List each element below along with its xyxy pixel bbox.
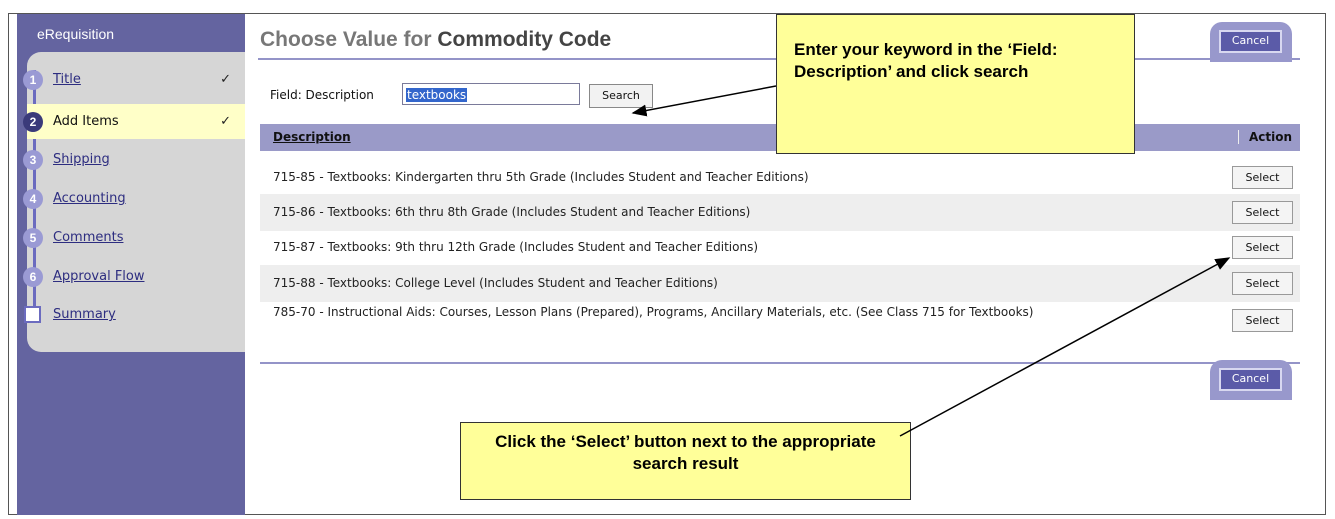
row-description: 715-85 - Textbooks: Kindergarten thru 5t…: [273, 170, 809, 184]
sidebar-item-comments[interactable]: 5 Comments: [23, 220, 245, 255]
step-number-5: 5: [23, 227, 43, 248]
search-input[interactable]: textbooks: [402, 83, 580, 105]
sidebar-item-label: Add Items: [53, 114, 119, 129]
page-title-prefix: Choose Value for: [260, 28, 432, 51]
select-button[interactable]: Select: [1232, 272, 1293, 295]
row-description: 785-70 - Instructional Aids: Courses, Le…: [273, 305, 1034, 319]
check-icon: ✓: [220, 114, 231, 129]
sidebar-item-summary[interactable]: Summary: [24, 297, 245, 332]
search-input-value: textbooks: [406, 88, 468, 102]
table-row: 715-87 - Textbooks: 9th thru 12th Grade …: [260, 229, 1300, 266]
sidebar-item-title[interactable]: 1 Title ✓: [23, 62, 245, 97]
step-number-1: 1: [23, 69, 43, 90]
summary-square-icon: [24, 306, 41, 323]
app-title: eRequisition: [37, 26, 115, 42]
sidebar-item-label[interactable]: Summary: [53, 307, 116, 322]
check-icon: ✓: [220, 72, 231, 87]
instruction-callout-select: Click the ‘Select’ button next to the ap…: [460, 422, 911, 500]
cancel-button-bottom[interactable]: Cancel: [1219, 368, 1282, 391]
sidebar-item-label[interactable]: Title: [53, 72, 81, 87]
select-button[interactable]: Select: [1232, 236, 1293, 259]
table-row: 715-88 - Textbooks: College Level (Inclu…: [260, 265, 1300, 302]
cancel-button-tab-top: Cancel: [1210, 22, 1292, 62]
step-number-4: 4: [23, 188, 43, 209]
select-button[interactable]: Select: [1232, 166, 1293, 189]
select-button[interactable]: Select: [1232, 309, 1293, 332]
sidebar-item-accounting[interactable]: 4 Accounting: [23, 181, 245, 216]
table-row: 715-85 - Textbooks: Kindergarten thru 5t…: [260, 159, 1300, 196]
sidebar-item-label[interactable]: Accounting: [53, 191, 126, 206]
row-description: 715-86 - Textbooks: 6th thru 8th Grade (…: [273, 205, 751, 219]
table-bottom-divider: [260, 362, 1300, 364]
row-description: 715-87 - Textbooks: 9th thru 12th Grade …: [273, 240, 758, 254]
cancel-button-tab-bottom: Cancel: [1210, 360, 1292, 400]
sidebar-item-add-items[interactable]: 2 Add Items ✓: [23, 104, 245, 139]
step-number-6: 6: [23, 266, 43, 287]
sidebar-item-shipping[interactable]: 3 Shipping: [23, 142, 245, 177]
instruction-callout-search: Enter your keyword in the ‘Field: Descri…: [776, 14, 1135, 154]
page-title-field: Commodity Code: [437, 28, 612, 51]
cancel-button-top[interactable]: Cancel: [1219, 30, 1282, 53]
sidebar-item-label[interactable]: Approval Flow: [53, 269, 145, 284]
search-button[interactable]: Search: [589, 84, 653, 108]
step-number-3: 3: [23, 149, 43, 170]
sidebar-item-label[interactable]: Shipping: [53, 152, 110, 167]
sidebar-item-approval-flow[interactable]: 6 Approval Flow: [23, 259, 245, 294]
page-title: Choose Value for Commodity Code: [260, 28, 611, 52]
column-header-description[interactable]: Description: [273, 130, 351, 144]
column-header-action: Action: [1237, 130, 1292, 144]
step-number-2: 2: [23, 111, 43, 132]
row-description: 715-88 - Textbooks: College Level (Inclu…: [273, 276, 718, 290]
table-row: 715-86 - Textbooks: 6th thru 8th Grade (…: [260, 194, 1300, 231]
select-button[interactable]: Select: [1232, 201, 1293, 224]
table-row: 785-70 - Instructional Aids: Courses, Le…: [260, 302, 1300, 339]
sidebar-item-label[interactable]: Comments: [53, 230, 123, 245]
search-field-label: Field: Description: [270, 88, 374, 102]
